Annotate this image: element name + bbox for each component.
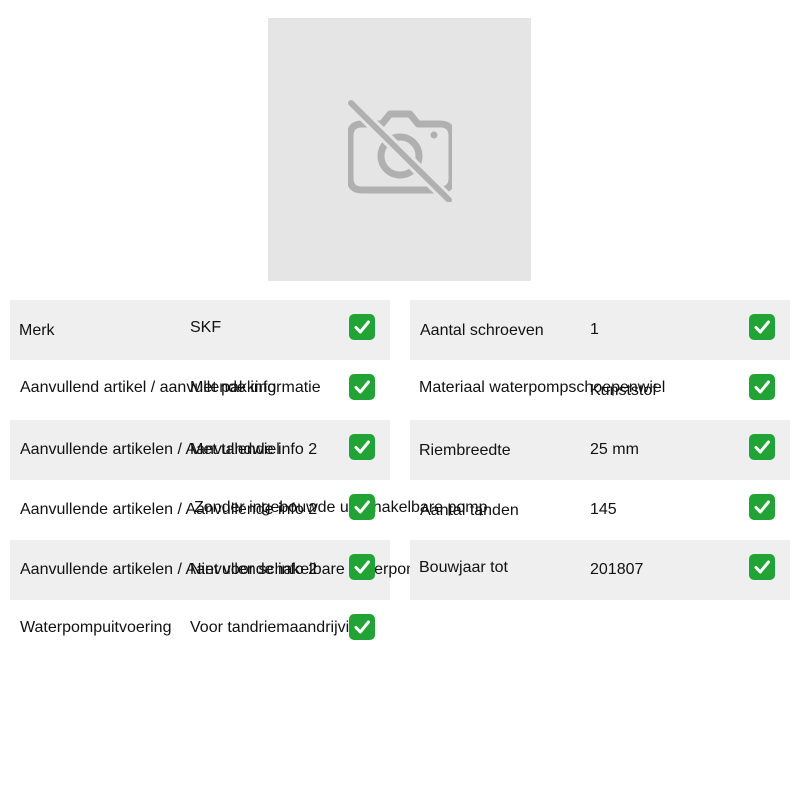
spec-value: Niet voor schakelbare waterpomp — [190, 561, 429, 578]
spec-row: Waterpompuitvoering Voor tandriemaandrij… — [10, 600, 390, 660]
check-icon — [749, 554, 775, 580]
spec-label: Bouwjaar tot — [419, 559, 508, 576]
spec-value: Kunststof — [590, 382, 657, 399]
spec-label: Aantal tanden — [420, 502, 519, 519]
spec-table-right: Aantal schroeven 1 Materiaal waterpompsc… — [410, 300, 790, 600]
spec-value: 1 — [590, 321, 599, 338]
check-icon — [349, 614, 375, 640]
spec-row: Aanvullende artikelen / Aanvullende info… — [10, 480, 488, 540]
camera-off-icon — [348, 100, 452, 202]
spec-label: Aantal schroeven — [420, 322, 544, 339]
spec-row: Aanvullende artikelen / Aanvullende info… — [10, 540, 428, 600]
check-icon — [349, 314, 375, 340]
check-icon — [749, 314, 775, 340]
spec-value: 25 mm — [590, 441, 639, 458]
check-icon — [749, 494, 775, 520]
spec-value: 201807 — [590, 561, 644, 578]
check-icon — [349, 374, 375, 400]
spec-value: Voor tandriemaandrijving — [190, 619, 367, 636]
product-spec-page: Merk SKF Aanvullend artikel / aanvullend… — [0, 0, 800, 800]
check-icon — [349, 554, 375, 580]
spec-label: Merk — [19, 322, 55, 339]
check-icon — [749, 434, 775, 460]
spec-row: Aantal schroeven 1 — [410, 300, 790, 360]
spec-row: Aantal tanden 145 — [410, 480, 790, 540]
spec-value: Met tandwiel — [190, 441, 280, 458]
spec-table-left: Merk SKF Aanvullend artikel / aanvullend… — [10, 300, 488, 660]
spec-row: Riembreedte 25 mm — [410, 420, 790, 480]
check-icon — [349, 494, 375, 520]
spec-row: Materiaal waterpompschoepenwiel Kunststo… — [410, 360, 790, 420]
spec-row: Aanvullende artikelen / Aanvullende info… — [10, 420, 390, 480]
product-image-placeholder — [268, 18, 531, 281]
spec-row: Bouwjaar tot 201807 — [410, 540, 790, 600]
spec-row: Aanvullend artikel / aanvullende informa… — [10, 360, 390, 420]
check-icon — [749, 374, 775, 400]
spec-value: Met pakking — [190, 379, 277, 396]
check-icon — [349, 434, 375, 460]
spec-row: Merk SKF — [10, 300, 390, 360]
spec-value: 145 — [590, 501, 617, 518]
spec-label: Waterpompuitvoering — [20, 619, 172, 636]
spec-label: Riembreedte — [419, 442, 511, 459]
spec-value: SKF — [190, 319, 222, 336]
